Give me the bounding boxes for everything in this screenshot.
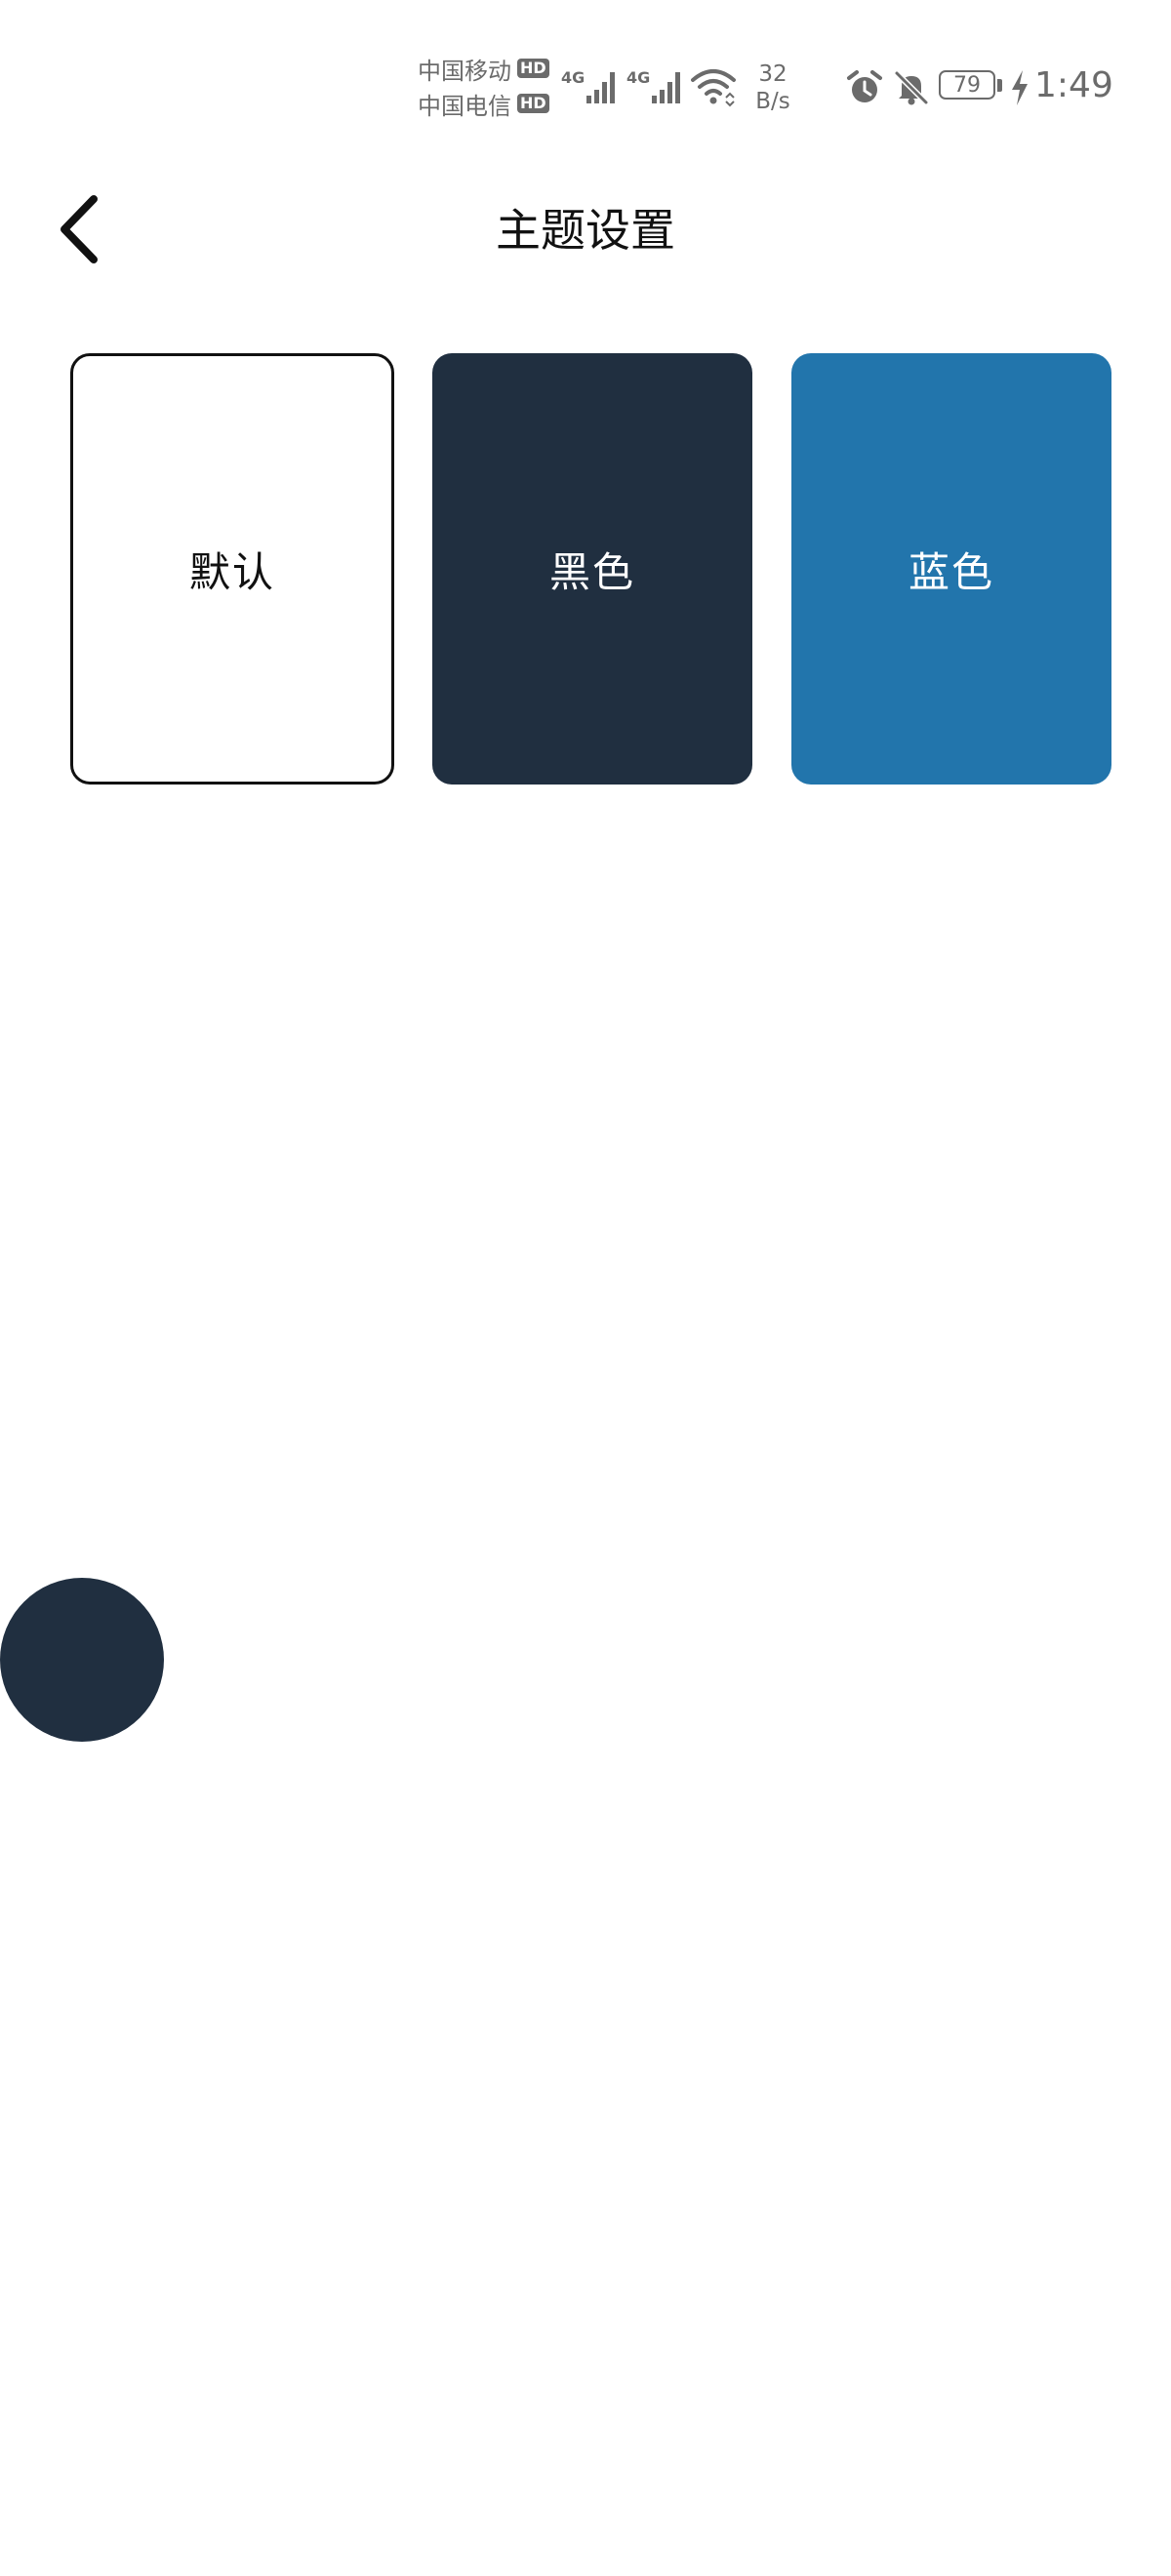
- signal-icon: 4G: [561, 60, 622, 105]
- network-speed-value: 32: [758, 61, 787, 87]
- floating-ball-button[interactable]: [0, 1578, 164, 1742]
- carrier-info: 中国移动 HD 中国电信 HD: [418, 51, 554, 121]
- theme-option-label: 黑色: [548, 547, 635, 596]
- battery-level: 79: [939, 70, 995, 100]
- carrier-name-1: 中国移动: [418, 57, 511, 85]
- theme-option-label: 默认: [188, 547, 275, 596]
- bell-off-icon: [892, 68, 931, 107]
- theme-option-label: 蓝色: [908, 547, 994, 596]
- status-bar: 中国移动 HD 中国电信 HD 4G 4G 32 B/s 79 1:49: [0, 0, 1171, 146]
- theme-option-default[interactable]: 默认: [70, 353, 394, 785]
- battery-cap: [997, 79, 1002, 92]
- network-type-label: 4G: [626, 68, 651, 87]
- network-speed: 32 B/s: [744, 60, 802, 115]
- carrier-line-1: 中国移动 HD: [418, 51, 554, 86]
- wifi-icon: [691, 68, 736, 107]
- hd-badge-2: HD: [517, 94, 549, 113]
- network-type-label: 4G: [561, 68, 586, 87]
- hd-badge-1: HD: [517, 59, 549, 78]
- alarm-icon: [845, 68, 884, 107]
- theme-option-blue[interactable]: 蓝色: [791, 353, 1111, 785]
- page-title: 主题设置: [496, 204, 675, 257]
- theme-option-black[interactable]: 黑色: [432, 353, 752, 785]
- signal-icon: 4G: [626, 60, 687, 105]
- carrier-name-2: 中国电信: [418, 92, 511, 120]
- status-time: 1:49: [1034, 65, 1113, 105]
- network-speed-unit: B/s: [755, 89, 790, 114]
- carrier-line-2: 中国电信 HD: [418, 86, 554, 121]
- charging-icon: [1009, 68, 1030, 107]
- battery-icon: 79: [939, 70, 1003, 103]
